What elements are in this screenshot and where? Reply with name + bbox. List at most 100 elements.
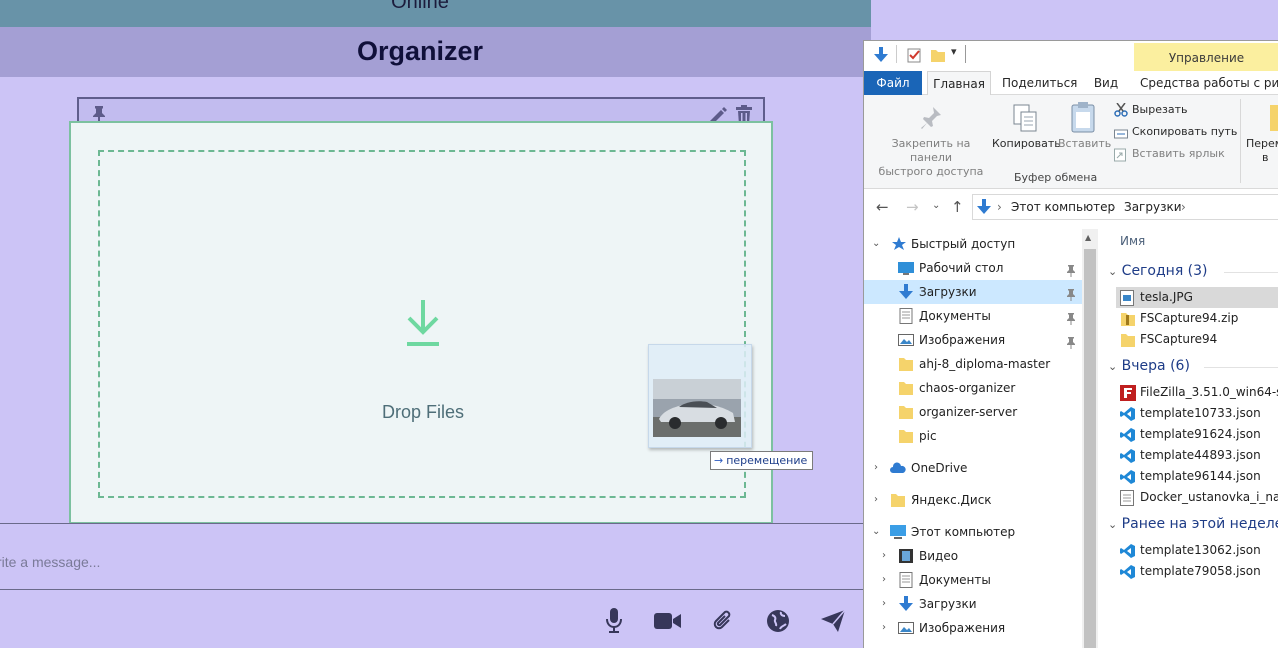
paste-button[interactable]: Вставить: [1058, 137, 1111, 151]
copy-button[interactable]: Копировать: [992, 137, 1061, 151]
up-arrow-icon[interactable]: ↑: [951, 198, 964, 216]
chevron-right-icon[interactable]: ›: [882, 616, 886, 640]
nav-label: organizer-server: [919, 405, 1018, 419]
nav-this-pc[interactable]: ⌄ Этот компьютер: [864, 520, 1082, 544]
chevron-right-icon[interactable]: ›: [882, 592, 886, 616]
address-bar[interactable]: › Этот компьютер › Загрузки ›: [972, 194, 1278, 220]
download-arrow-icon: [977, 199, 991, 223]
customize-dropdown-icon[interactable]: ▾: [951, 45, 957, 58]
recent-locations-icon[interactable]: ⌄: [932, 200, 940, 211]
nav-downloads-pc[interactable]: › Загрузки: [864, 592, 1082, 616]
chevron-right-icon[interactable]: ›: [874, 456, 878, 480]
file-item[interactable]: FileZilla_3.51.0_win64-setu: [1116, 382, 1278, 403]
chevron-down-icon[interactable]: ⌄: [872, 520, 880, 544]
nav-label: Изображения: [919, 621, 1006, 635]
pin-to-quick-access-button[interactable]: Закрепить на панели быстрого доступа: [870, 137, 992, 179]
nav-folder[interactable]: chaos-organizer: [864, 376, 1082, 400]
file-name: FSCapture94: [1140, 332, 1218, 346]
globe-icon[interactable]: [764, 607, 792, 635]
copy-path-button[interactable]: Скопировать путь: [1132, 125, 1237, 138]
video-icon[interactable]: [654, 607, 682, 635]
paste-shortcut-button[interactable]: Вставить ярлык: [1132, 147, 1225, 160]
new-folder-icon[interactable]: [930, 47, 946, 67]
chevron-right-icon[interactable]: ›: [1181, 195, 1186, 219]
breadcrumb-downloads[interactable]: Загрузки: [1124, 195, 1182, 219]
nav-folder[interactable]: organizer-server: [864, 400, 1082, 424]
file-item[interactable]: template44893.json: [1116, 445, 1278, 466]
back-arrow-icon[interactable]: ←: [876, 198, 889, 216]
folder-icon: [898, 356, 914, 372]
documents-icon: [898, 308, 914, 324]
group-header-today[interactable]: ⌄ Сегодня (3): [1108, 263, 1278, 279]
nav-pictures[interactable]: Изображения: [864, 328, 1082, 352]
nav-scrollbar[interactable]: ▲: [1082, 229, 1098, 648]
nav-video[interactable]: › Видео: [864, 544, 1082, 568]
folder-icon: [890, 492, 906, 508]
cut-icon: [1114, 102, 1128, 121]
nav-pictures-pc[interactable]: › Изображения: [864, 616, 1082, 640]
forward-arrow-icon[interactable]: →: [906, 198, 919, 216]
cloud-icon: [890, 460, 906, 476]
file-item[interactable]: tesla.JPG: [1116, 287, 1278, 308]
file-item[interactable]: template10733.json: [1116, 403, 1278, 424]
vscode-icon: [1120, 564, 1136, 580]
paperclip-icon[interactable]: [709, 607, 737, 635]
move-to-button[interactable]: Перем в: [1246, 137, 1278, 165]
nav-onedrive[interactable]: › OneDrive: [864, 456, 1082, 480]
folder-icon: [898, 428, 914, 444]
column-header-name[interactable]: Имя: [1120, 234, 1145, 248]
file-item[interactable]: FSCapture94: [1116, 329, 1278, 350]
file-item[interactable]: template96144.json: [1116, 466, 1278, 487]
file-item[interactable]: template91624.json: [1116, 424, 1278, 445]
nav-documents-pc[interactable]: › Документы: [864, 568, 1082, 592]
properties-icon[interactable]: [906, 47, 922, 67]
page-title: Organizer: [356, 36, 484, 66]
tab-manage[interactable]: Управление: [1134, 43, 1278, 73]
copy-path-icon: [1114, 125, 1128, 144]
tab-share[interactable]: Поделиться: [1002, 71, 1077, 95]
chevron-right-icon[interactable]: ›: [997, 195, 1002, 219]
nav-quick-access[interactable]: ⌄ Быстрый доступ: [864, 232, 1082, 256]
vscode-icon: [1120, 543, 1136, 559]
file-item[interactable]: FSCapture94.zip: [1116, 308, 1278, 329]
chevron-right-icon[interactable]: ›: [874, 488, 878, 512]
chevron-right-icon[interactable]: ›: [882, 544, 886, 568]
cut-button[interactable]: Вырезать: [1132, 103, 1187, 116]
file-item[interactable]: Docker_ustanovka_i_nastro: [1116, 487, 1278, 508]
chevron-down-icon[interactable]: ⌄: [872, 232, 880, 256]
scroll-up-icon[interactable]: ▲: [1085, 233, 1091, 242]
ribbon-tabs: Файл Главная Поделиться Вид Средства раб…: [864, 71, 1278, 96]
nav-downloads[interactable]: Загрузки: [864, 280, 1082, 304]
send-icon[interactable]: [819, 607, 847, 635]
group-header-yesterday[interactable]: ⌄ Вчера (6): [1108, 358, 1278, 374]
breadcrumb-this-pc[interactable]: Этот компьютер: [1011, 195, 1115, 219]
chevron-right-icon[interactable]: ›: [882, 568, 886, 592]
nav-yandex-disk[interactable]: › Яндекс.Диск: [864, 488, 1082, 512]
file-item[interactable]: template79058.json: [1116, 561, 1278, 582]
paste-shortcut-icon: [1114, 147, 1126, 166]
download-arrow-icon[interactable]: [873, 47, 889, 67]
nav-folder[interactable]: pic: [864, 424, 1082, 448]
tab-view[interactable]: Вид: [1092, 71, 1120, 95]
nav-label: Документы: [919, 309, 991, 323]
group-label: Вчера (6): [1121, 358, 1190, 374]
pictures-icon: [898, 332, 914, 348]
group-label: Сегодня (3): [1121, 263, 1208, 279]
tab-file[interactable]: Файл: [864, 71, 922, 95]
message-input[interactable]: [0, 524, 871, 589]
tab-home[interactable]: Главная: [927, 71, 991, 96]
tab-picture-tools[interactable]: Средства работы с рисун: [1140, 71, 1278, 95]
nav-desktop[interactable]: Рабочий стол: [864, 256, 1082, 280]
chevron-right-icon[interactable]: ›: [1111, 195, 1116, 219]
status-bar: Online: [0, 0, 871, 27]
file-item[interactable]: template13062.json: [1116, 540, 1278, 561]
group-header-earlier-this-week[interactable]: ⌄ Ранее на этой неделе: [1108, 516, 1278, 532]
nav-label: pic: [919, 429, 937, 443]
file-name: template13062.json: [1140, 543, 1261, 557]
file-explorer-window: ▾ Управление Файл Главная Поделиться Вид…: [863, 40, 1278, 648]
drop-zone[interactable]: Drop Files: [69, 121, 773, 524]
nav-folder[interactable]: ahj-8_diploma-master: [864, 352, 1082, 376]
nav-documents[interactable]: Документы: [864, 304, 1082, 328]
scrollbar-thumb[interactable]: [1084, 249, 1096, 648]
mic-icon[interactable]: [600, 607, 628, 635]
